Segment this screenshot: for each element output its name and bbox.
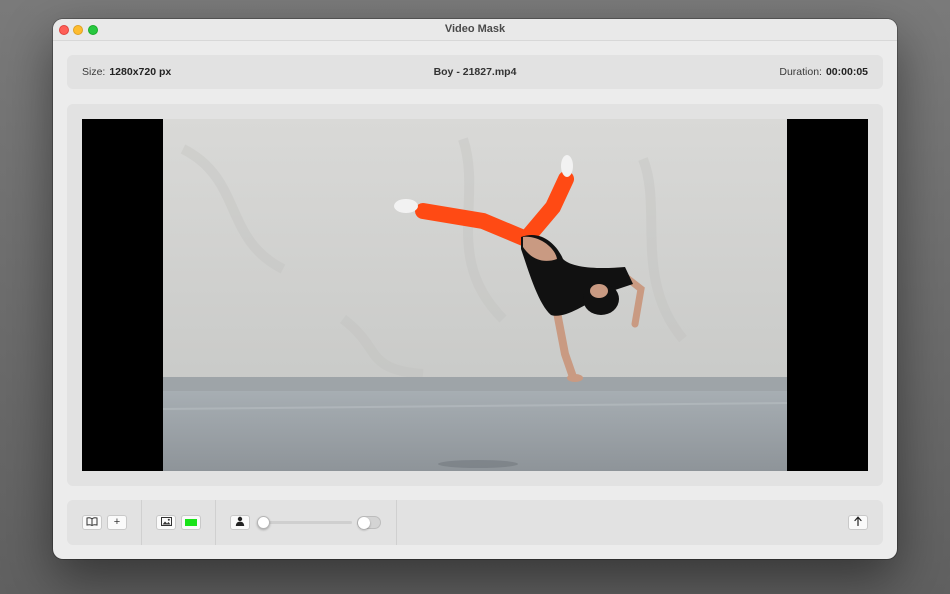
mask-slider-track[interactable] xyxy=(260,521,352,524)
bottom-toolbar: + xyxy=(67,500,883,545)
mask-toggle[interactable] xyxy=(357,516,381,529)
person-mask-button[interactable] xyxy=(230,515,250,530)
video-frame-image xyxy=(163,119,787,471)
add-button[interactable]: + xyxy=(107,515,127,530)
video-canvas[interactable] xyxy=(82,119,868,471)
duration-value: 00:00:05 xyxy=(825,66,868,78)
mask-slider-thumb[interactable] xyxy=(256,516,270,529)
window-title: Video Mask xyxy=(444,23,506,35)
duration-label: Duration: xyxy=(779,66,822,78)
app-window: Video Mask Size: 1280x720 px Boy - 21827.… xyxy=(53,19,897,559)
toggle-knob xyxy=(358,517,370,529)
title-bar: Video Mask xyxy=(53,19,897,41)
export-button[interactable] xyxy=(848,515,868,530)
info-bar: Size: 1280x720 px Boy - 21827.mp4 Duratio… xyxy=(67,55,883,89)
plus-icon: + xyxy=(113,516,121,528)
file-name: Boy - 21827.mp4 xyxy=(433,66,517,78)
video-viewer xyxy=(67,104,883,486)
toolbar-divider xyxy=(141,500,142,545)
person-icon xyxy=(235,516,245,529)
background-color-well[interactable] xyxy=(181,515,201,530)
toolbar-divider xyxy=(396,500,397,545)
share-up-icon xyxy=(853,516,863,529)
duration-info: Duration: 00:00:05 xyxy=(779,66,868,78)
background-image-button[interactable] xyxy=(156,515,176,530)
color-swatch-fill xyxy=(185,519,197,526)
toolbar-divider xyxy=(215,500,216,545)
image-icon xyxy=(160,516,172,529)
book-icon xyxy=(86,516,98,529)
library-button[interactable] xyxy=(82,515,102,530)
